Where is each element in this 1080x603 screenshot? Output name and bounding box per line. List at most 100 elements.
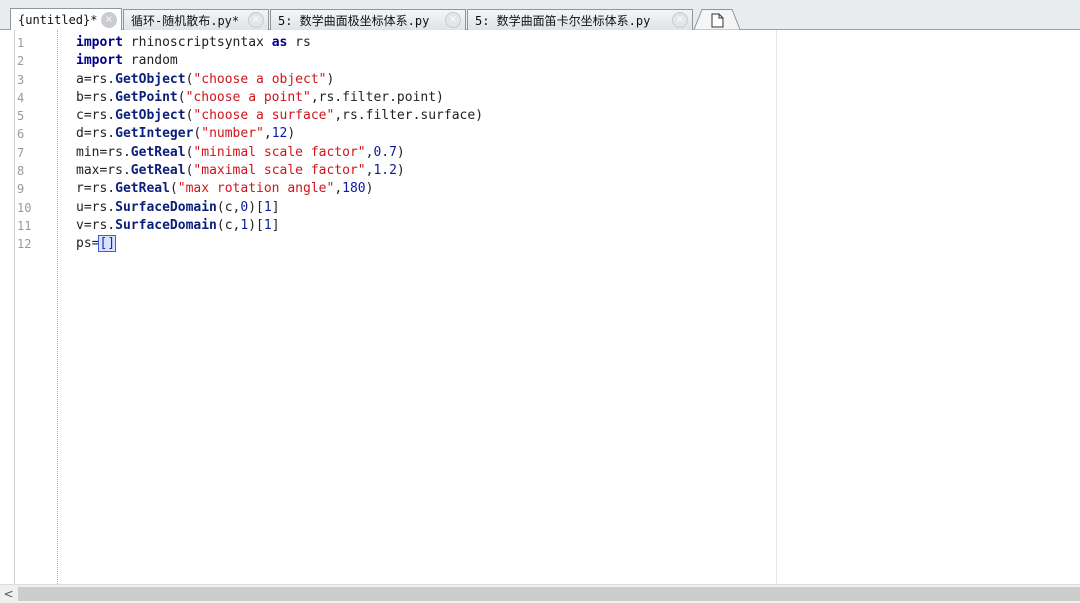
code-line[interactable]: u=rs.SurfaceDomain(c,0)[1] bbox=[76, 199, 483, 217]
code-token: )[ bbox=[248, 217, 264, 233]
close-icon[interactable]: × bbox=[445, 12, 461, 28]
code-token: as bbox=[271, 35, 288, 50]
code-token: "max rotation angle" bbox=[177, 181, 335, 197]
code-token: SurfaceDomain bbox=[115, 217, 217, 233]
tab-label: 循环-随机散布.py* bbox=[131, 13, 240, 28]
code-line[interactable]: ps=[] bbox=[76, 235, 483, 253]
code-token: min=rs. bbox=[76, 144, 131, 160]
tab-label: 5: 数学曲面极坐标体系.py bbox=[278, 13, 430, 28]
code-token: GetReal bbox=[115, 181, 170, 197]
code-token: import bbox=[76, 35, 123, 50]
code-token: 1.2 bbox=[373, 163, 397, 179]
code-token: 1 bbox=[263, 217, 272, 233]
code-token: ] bbox=[271, 217, 280, 233]
line-number: 4 bbox=[17, 90, 25, 105]
code-token: 180 bbox=[342, 181, 366, 197]
line-number: 11 bbox=[17, 218, 32, 233]
horizontal-scrollbar[interactable]: < bbox=[0, 584, 1080, 603]
code-token: [] bbox=[98, 235, 117, 253]
line-number: 7 bbox=[17, 145, 25, 160]
code-token: r=rs. bbox=[76, 181, 116, 197]
scrollbar-thumb[interactable] bbox=[18, 587, 1080, 601]
code-line[interactable]: max=rs.GetReal("maximal scale factor",1.… bbox=[76, 162, 483, 180]
tab-label: {untitled}* bbox=[18, 12, 97, 27]
code-token: 1 bbox=[263, 199, 272, 215]
tab-cartesian-surface[interactable]: 5: 数学曲面笛卡尔坐标体系.py × bbox=[467, 9, 693, 30]
code-token: rhinoscriptsyntax bbox=[122, 35, 272, 50]
code-line[interactable]: b=rs.GetPoint("choose a point",rs.filter… bbox=[76, 89, 483, 107]
line-number: 3 bbox=[17, 72, 25, 87]
edge-column-line bbox=[776, 30, 777, 584]
code-token: a=rs. bbox=[76, 71, 116, 87]
code-token: SurfaceDomain bbox=[115, 199, 217, 215]
new-tab-button[interactable] bbox=[694, 9, 740, 30]
tab-bar: {untitled}* × 循环-随机散布.py* × 5: 数学曲面极坐标体系… bbox=[0, 0, 1080, 30]
code-token: , bbox=[263, 126, 272, 142]
code-token: c=rs. bbox=[76, 108, 116, 124]
line-number: 12 bbox=[17, 237, 32, 252]
line-number: 2 bbox=[17, 54, 25, 69]
code-line[interactable]: d=rs.GetInteger("number",12) bbox=[76, 125, 483, 143]
fold-margin bbox=[31, 30, 58, 584]
line-number: 5 bbox=[17, 109, 25, 124]
code-token: ,rs.filter.point) bbox=[310, 89, 444, 105]
code-line[interactable]: import rhinoscriptsyntax as rs bbox=[76, 34, 483, 52]
code-token: 0.7 bbox=[373, 144, 397, 160]
code-token: (c, bbox=[216, 217, 241, 233]
code-token: ( bbox=[177, 89, 186, 105]
code-line[interactable]: v=rs.SurfaceDomain(c,1)[1] bbox=[76, 217, 483, 235]
code-token: b=rs. bbox=[76, 89, 116, 105]
code-token: ( bbox=[169, 181, 178, 197]
code-area[interactable]: import rhinoscriptsyntax as rs import ran… bbox=[76, 34, 483, 254]
code-token: ) bbox=[396, 163, 405, 179]
code-token: rs bbox=[287, 35, 311, 50]
code-token: ] bbox=[271, 199, 280, 215]
line-number: 1 bbox=[17, 36, 25, 50]
code-token: ps= bbox=[76, 236, 100, 252]
code-token: import bbox=[76, 53, 123, 69]
code-token: GetPoint bbox=[115, 89, 178, 105]
tab-polar-surface[interactable]: 5: 数学曲面极坐标体系.py × bbox=[270, 9, 466, 30]
code-token: 12 bbox=[271, 126, 288, 142]
line-number: 10 bbox=[17, 200, 32, 215]
code-editor[interactable]: 1 2 3 4 5 6 7 8 9 10 11 12 import rhinoscriptsyntax… bbox=[0, 30, 1080, 584]
code-token: ) bbox=[326, 71, 335, 87]
code-token: ,rs.filter.surface) bbox=[334, 108, 484, 124]
code-token: ) bbox=[287, 126, 296, 142]
code-token: )[ bbox=[248, 199, 264, 215]
line-number: 9 bbox=[17, 182, 25, 197]
tab-label: 5: 数学曲面笛卡尔坐标体系.py bbox=[475, 13, 651, 28]
code-token: GetReal bbox=[130, 163, 186, 179]
code-token: GetObject bbox=[115, 108, 186, 124]
code-token: ) bbox=[396, 144, 405, 160]
code-line[interactable]: c=rs.GetObject("choose a surface",rs.fil… bbox=[76, 107, 483, 125]
close-icon[interactable]: × bbox=[248, 12, 264, 28]
code-token: ) bbox=[365, 181, 374, 197]
code-token: (c, bbox=[216, 199, 241, 215]
code-token: "maximal scale factor" bbox=[193, 163, 366, 179]
code-token: GetObject bbox=[115, 71, 186, 87]
code-token: GetReal bbox=[130, 144, 186, 160]
code-token: max=rs. bbox=[76, 163, 131, 179]
line-number: 6 bbox=[17, 127, 25, 142]
code-line[interactable]: r=rs.GetReal("max rotation angle",180) bbox=[76, 180, 483, 198]
code-token: u=rs. bbox=[76, 199, 116, 215]
close-icon[interactable]: × bbox=[672, 12, 688, 28]
code-line[interactable]: import random bbox=[76, 52, 483, 70]
new-document-icon bbox=[694, 9, 740, 30]
close-icon[interactable]: × bbox=[101, 11, 117, 28]
code-token: d=rs. bbox=[76, 126, 116, 142]
line-number: 8 bbox=[17, 164, 25, 179]
code-token: random bbox=[122, 53, 178, 69]
tab-random-scatter[interactable]: 循环-随机散布.py* × bbox=[123, 9, 269, 30]
code-line[interactable]: min=rs.GetReal("minimal scale factor",0.… bbox=[76, 144, 483, 162]
code-token: v=rs. bbox=[76, 217, 116, 233]
code-token: "minimal scale factor" bbox=[193, 144, 366, 160]
code-token: "number" bbox=[201, 126, 264, 142]
code-token: "choose a object" bbox=[193, 71, 327, 87]
tab-untitled[interactable]: {untitled}* × bbox=[10, 8, 122, 30]
code-token: "choose a point" bbox=[185, 89, 311, 105]
code-line[interactable]: a=rs.GetObject("choose a object") bbox=[76, 71, 483, 89]
line-numbers: 1 2 3 4 5 6 7 8 9 10 11 12 bbox=[17, 34, 31, 254]
chevron-left-icon[interactable]: < bbox=[0, 585, 17, 603]
